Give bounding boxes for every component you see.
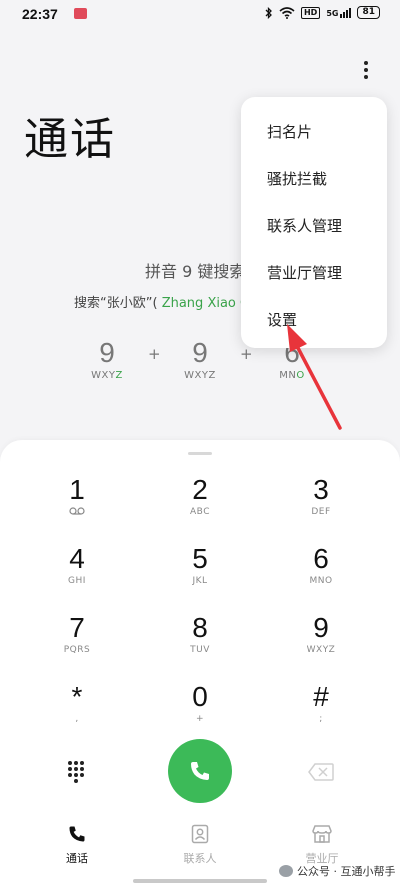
wifi-icon bbox=[279, 6, 295, 19]
more-options-button[interactable] bbox=[356, 58, 376, 82]
key-digit: 3 bbox=[313, 474, 329, 505]
key-letters: + bbox=[195, 714, 205, 724]
key-digit: 0 bbox=[192, 681, 208, 712]
page-title: 通话 bbox=[24, 114, 116, 165]
example-letters: MNO bbox=[279, 370, 305, 381]
dial-key-6[interactable]: 6 MNO bbox=[281, 543, 361, 599]
key-digit: * bbox=[71, 681, 83, 712]
hint-pinyin-1: Zhang bbox=[161, 296, 204, 311]
watermark-text: 公众号 · 互通小帮手 bbox=[297, 865, 396, 878]
key-letters: , bbox=[75, 714, 79, 724]
key-letters: TUV bbox=[190, 645, 210, 655]
key-letters: GHI bbox=[68, 576, 86, 586]
menu-item-scan-card[interactable]: 扫名片 bbox=[267, 121, 312, 142]
dial-key-1[interactable]: 1 bbox=[37, 474, 117, 530]
example-key-1: 9 WXYZ bbox=[87, 337, 127, 382]
example-plus: + bbox=[148, 345, 161, 363]
dial-key-4[interactable]: 4 GHI bbox=[37, 543, 117, 599]
keypad-dots-icon bbox=[68, 761, 84, 783]
dial-key-7[interactable]: 7 PQRS bbox=[37, 612, 117, 668]
dial-key-3[interactable]: 3 DEF bbox=[281, 474, 361, 530]
dial-key-8[interactable]: 8 TUV bbox=[160, 612, 240, 668]
key-digit: 9 bbox=[313, 612, 329, 643]
hint-example-prefix: 搜索“张小欧”( bbox=[74, 296, 162, 311]
signal-label: 5G bbox=[326, 8, 339, 18]
wechat-icon bbox=[279, 865, 293, 877]
home-indicator[interactable] bbox=[133, 879, 267, 883]
watermark: 公众号 · 互通小帮手 bbox=[279, 863, 396, 879]
delete-button[interactable] bbox=[308, 763, 334, 781]
key-letters: JKL bbox=[192, 576, 208, 586]
status-bar: 22:37 HD 5G 81 bbox=[0, 0, 400, 28]
nav-tab-store[interactable]: 营业厅 bbox=[292, 824, 352, 866]
example-digit: 9 bbox=[99, 337, 115, 368]
pinyin-hint-example: 搜索“张小欧”( Zhang Xiao Ou bbox=[74, 292, 259, 311]
example-letters: WXYZ bbox=[91, 370, 123, 381]
phone-icon bbox=[69, 826, 85, 842]
hide-keypad-button[interactable] bbox=[66, 759, 86, 783]
key-digit: 2 bbox=[192, 474, 208, 505]
nav-label: 通话 bbox=[66, 852, 88, 865]
key-digit: 6 bbox=[313, 543, 329, 574]
dial-key-5[interactable]: 5 JKL bbox=[160, 543, 240, 599]
menu-item-contact-manage[interactable]: 联系人管理 bbox=[267, 215, 342, 236]
nav-label: 联系人 bbox=[183, 852, 217, 865]
nav-tab-calls[interactable]: 通话 bbox=[47, 824, 107, 866]
sheet-grabber[interactable] bbox=[188, 452, 212, 455]
key-letters: PQRS bbox=[63, 645, 91, 655]
key-digit: 8 bbox=[192, 612, 208, 643]
example-key-2: 9 WXYZ bbox=[180, 337, 220, 382]
key-letters: WXYZ bbox=[306, 645, 336, 655]
menu-item-settings[interactable]: 设置 bbox=[267, 309, 297, 330]
key-letters: MNO bbox=[309, 576, 333, 586]
menu-item-store-manage[interactable]: 营业厅管理 bbox=[267, 262, 342, 283]
dial-key-star[interactable]: * , bbox=[37, 681, 117, 737]
dial-key-0[interactable]: 0 + bbox=[160, 681, 240, 737]
hint-pinyin-2: Xiao bbox=[207, 296, 236, 311]
key-digit: 1 bbox=[69, 474, 85, 505]
contacts-icon bbox=[191, 824, 209, 844]
overflow-menu: 扫名片 骚扰拦截 联系人管理 营业厅管理 设置 bbox=[241, 97, 387, 348]
dial-key-2[interactable]: 2 ABC bbox=[160, 474, 240, 530]
menu-item-spam-block[interactable]: 骚扰拦截 bbox=[267, 168, 327, 189]
key-letters: ; bbox=[319, 714, 323, 724]
key-digit: 5 bbox=[192, 543, 208, 574]
key-letters: ABC bbox=[190, 507, 210, 517]
key-digit: 7 bbox=[69, 612, 85, 643]
status-icons: HD 5G 81 bbox=[265, 6, 380, 19]
voicemail-icon bbox=[37, 507, 117, 518]
signal-icon: 5G bbox=[326, 7, 352, 18]
key-digit: # bbox=[313, 681, 329, 712]
store-icon bbox=[312, 825, 332, 843]
dial-key-hash[interactable]: # ; bbox=[281, 681, 361, 737]
backspace-icon bbox=[308, 763, 334, 781]
status-time: 22:37 bbox=[22, 6, 58, 22]
bluetooth-icon bbox=[265, 6, 272, 19]
example-letters: WXYZ bbox=[184, 370, 216, 381]
pinyin-hint-title: 拼音 9 键搜索 bbox=[145, 262, 246, 281]
example-plus: + bbox=[240, 345, 253, 363]
call-button[interactable] bbox=[168, 739, 232, 803]
key-letters: DEF bbox=[311, 507, 331, 517]
hd-badge: HD bbox=[300, 6, 321, 19]
nav-tab-contacts[interactable]: 联系人 bbox=[170, 824, 230, 866]
battery-indicator: 81 bbox=[357, 6, 380, 19]
phone-icon bbox=[191, 762, 209, 780]
notification-app-icon bbox=[74, 8, 87, 19]
dial-key-9[interactable]: 9 WXYZ bbox=[281, 612, 361, 668]
example-digit: 9 bbox=[192, 337, 208, 368]
key-digit: 4 bbox=[69, 543, 85, 574]
